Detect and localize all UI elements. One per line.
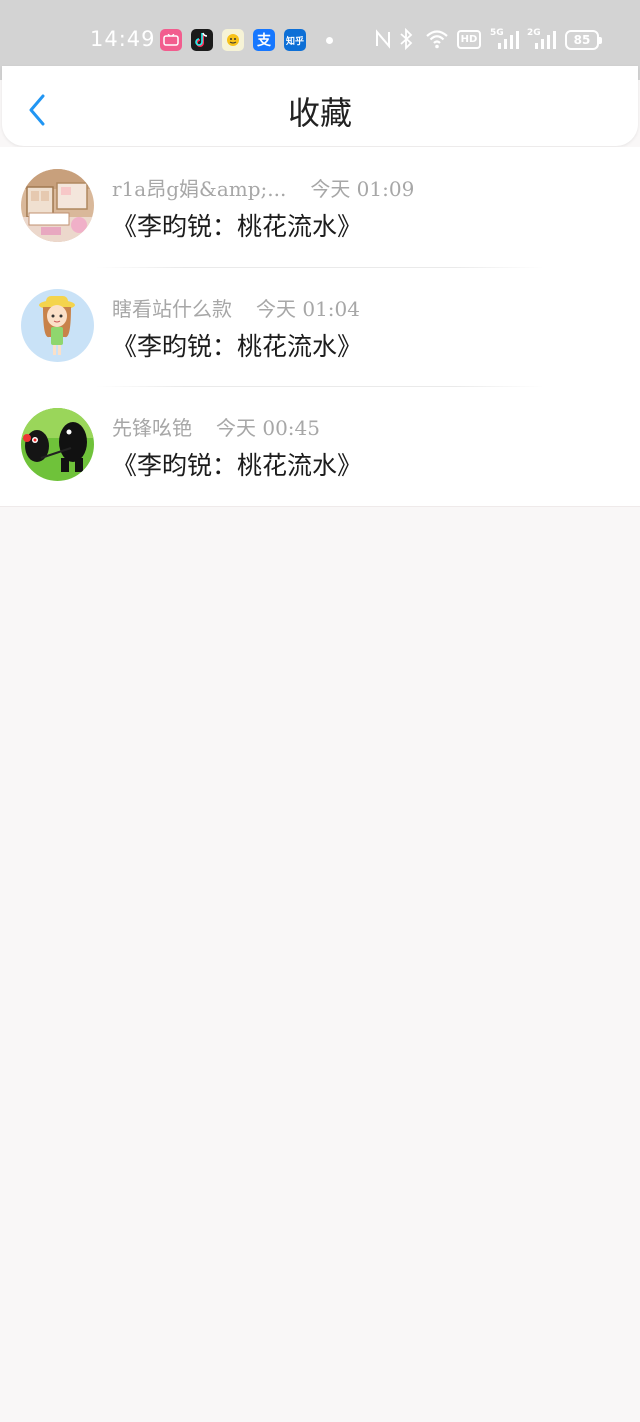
- battery-icon: 85: [565, 30, 602, 50]
- zhihu-icon: 知乎: [284, 29, 306, 51]
- item-meta: 先锋吆铯 今天 00:45: [112, 412, 320, 440]
- nfc-icon: [375, 28, 391, 54]
- signal-2g-icon: 2G: [527, 28, 557, 54]
- item-meta: r1a昂g娟&amp;... 今天 01:09: [112, 173, 414, 201]
- list-item[interactable]: 瞎看站什么款 今天 01:04 《李昀锐：桃花流水》: [0, 266, 640, 387]
- item-meta: 瞎看站什么款 今天 01:04: [112, 293, 360, 321]
- notification-dot-icon: [326, 37, 333, 44]
- item-username: 先锋吆铯: [112, 416, 192, 440]
- list-item[interactable]: 先锋吆铯 今天 00:45 《李昀锐：桃花流水》: [0, 386, 640, 506]
- wifi-icon: [425, 28, 449, 54]
- item-title: 《李昀锐：桃花流水》: [112, 451, 363, 480]
- page-title: 收藏: [287, 94, 352, 132]
- item-time: 今天 01:04: [256, 296, 360, 321]
- item-username: 瞎看站什么款: [112, 296, 232, 321]
- status-time: 14:49: [90, 27, 156, 51]
- signal-5g-label: 5G: [490, 28, 504, 38]
- item-title: 《李昀锐：桃花流水》: [112, 212, 363, 241]
- avatar: [21, 408, 94, 481]
- item-time: 今天 01:09: [310, 177, 415, 201]
- tiktok-icon: [191, 29, 213, 51]
- item-username: r1a昂g娟&amp;...: [112, 177, 287, 201]
- list-divider: [0, 505, 640, 507]
- item-time: 今天 00:45: [216, 416, 320, 440]
- bilibili-comic-icon: [160, 29, 182, 51]
- alipay-icon: 支: [253, 29, 275, 51]
- avatar: [21, 169, 94, 242]
- signal-5g-icon: 5G: [490, 28, 520, 54]
- list-item[interactable]: r1a昂g娟&amp;... 今天 01:09 《李昀锐：桃花流水》: [0, 147, 640, 267]
- avatar: [21, 288, 94, 362]
- item-title: 《李昀锐：桃花流水》: [112, 331, 363, 361]
- hd-icon: HD: [457, 30, 481, 49]
- emoji-app-icon: [222, 29, 244, 51]
- bluetooth-icon: [399, 27, 413, 54]
- nav-header: 收藏: [2, 66, 638, 146]
- signal-2g-label: 2G: [527, 28, 541, 38]
- favorites-list: r1a昂g娟&amp;... 今天 01:09 《李昀锐：桃花流水》 瞎看站什么款…: [0, 147, 640, 507]
